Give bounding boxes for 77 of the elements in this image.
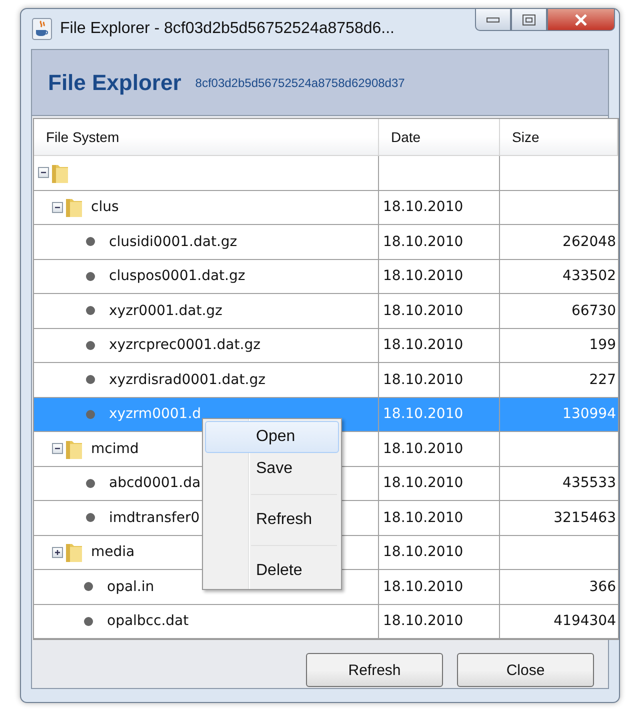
- dialog-button[interactable]: Refresh: [306, 653, 443, 687]
- date-text: 18.10.2010: [383, 440, 464, 457]
- table-row[interactable]: clus 18.10.2010: [34, 190, 618, 225]
- file-bullet-icon: [84, 582, 93, 592]
- date-text: 18.10.2010: [383, 510, 464, 526]
- table-row[interactable]: opalbcc.dat 18.10.2010 4194304: [34, 604, 618, 639]
- date-text: 18.10.2010: [383, 544, 464, 560]
- size-text: 4194304: [554, 613, 616, 630]
- date-text: 18.10.2010: [383, 578, 464, 595]
- file-bullet-icon: [86, 340, 95, 350]
- size-text: 366: [589, 578, 616, 595]
- file-name: xyzrdisrad0001.dat.gz: [109, 372, 266, 388]
- date-text: 18.10.2010: [383, 372, 464, 388]
- file-bullet-icon: [84, 616, 93, 626]
- file-name: media: [91, 544, 135, 560]
- window-title: File Explorer - 8cf03d2b5d56752524a8758d6...: [60, 20, 396, 38]
- collapse-toggle[interactable]: [38, 167, 49, 178]
- table-row[interactable]: xyzr0001.dat.gz 18.10.2010 66730: [34, 294, 618, 328]
- close-button[interactable]: [547, 9, 615, 31]
- table-row[interactable]: xyzrcprec0001.dat.gz 18.10.2010 199: [34, 328, 618, 363]
- file-bullet-icon: [86, 375, 95, 384]
- file-name: opalbcc.dat: [107, 613, 189, 630]
- table-row[interactable]: clusidi0001.dat.gz 18.10.2010 262048: [34, 225, 618, 260]
- menu-item[interactable]: Save: [205, 453, 339, 485]
- date-text: 18.10.2010: [383, 475, 464, 492]
- column-header[interactable]: File System: [34, 119, 379, 155]
- file-name: xyzrm0001.d: [109, 406, 202, 422]
- header-subtitle: 8cf03d2b5d56752524a8758d62908d37: [195, 76, 405, 90]
- folder-icon: [65, 541, 83, 564]
- size-text: 199: [589, 337, 616, 354]
- minimize-button[interactable]: [475, 9, 511, 31]
- file-name: opal.in: [107, 578, 154, 595]
- date-text: 18.10.2010: [383, 234, 464, 250]
- file-name: xyzr0001.dat.gz: [109, 302, 222, 319]
- size-text: 433502: [562, 268, 616, 284]
- size-text: 227: [589, 372, 616, 388]
- file-name: mcimd: [91, 440, 139, 457]
- menu-item[interactable]: Refresh: [205, 504, 339, 536]
- file-name: abcd0001.da: [109, 475, 201, 492]
- collapse-toggle[interactable]: [52, 443, 63, 454]
- coffee-cup-icon: [32, 18, 52, 40]
- date-text: 18.10.2010: [383, 302, 464, 319]
- file-bullet-icon: [86, 237, 95, 246]
- table-row[interactable]: cluspos0001.dat.gz 18.10.2010 433502: [34, 260, 618, 294]
- file-bullet-icon: [86, 478, 95, 488]
- file-bullet-icon: [86, 306, 95, 316]
- file-name: cluspos0001.dat.gz: [109, 268, 246, 284]
- column-header[interactable]: Date: [379, 119, 500, 155]
- minimize-icon: [486, 16, 500, 24]
- size-text: 435533: [562, 475, 616, 492]
- file-bullet-icon: [86, 272, 95, 281]
- collapse-toggle[interactable]: [52, 202, 63, 213]
- date-text: 18.10.2010: [383, 268, 464, 284]
- file-name: clus: [91, 199, 119, 216]
- menu-item[interactable]: Open: [205, 421, 339, 453]
- folder-icon: [65, 196, 83, 218]
- date-text: 18.10.2010: [383, 613, 464, 630]
- size-text: 262048: [562, 234, 616, 250]
- file-name: clusidi0001.dat.gz: [109, 234, 238, 250]
- size-text: 3215463: [554, 510, 616, 526]
- file-bullet-icon: [86, 410, 95, 419]
- size-text: 130994: [562, 406, 616, 422]
- size-text: 66730: [571, 302, 616, 319]
- date-text: 18.10.2010: [383, 406, 464, 422]
- file-bullet-icon: [86, 513, 95, 522]
- plus-icon: [53, 548, 62, 557]
- maximize-icon: [522, 14, 536, 26]
- close-icon: [574, 14, 588, 26]
- header-title: File Explorer: [48, 70, 182, 96]
- date-text: 18.10.2010: [383, 199, 464, 216]
- maximize-button[interactable]: [511, 9, 547, 31]
- file-name: imdtransfer0: [109, 510, 200, 526]
- date-text: 18.10.2010: [383, 337, 464, 354]
- expand-toggle[interactable]: [52, 546, 63, 558]
- column-header[interactable]: Size: [500, 119, 618, 155]
- dialog-button[interactable]: Close: [457, 653, 594, 687]
- file-name: xyzrcprec0001.dat.gz: [109, 337, 260, 354]
